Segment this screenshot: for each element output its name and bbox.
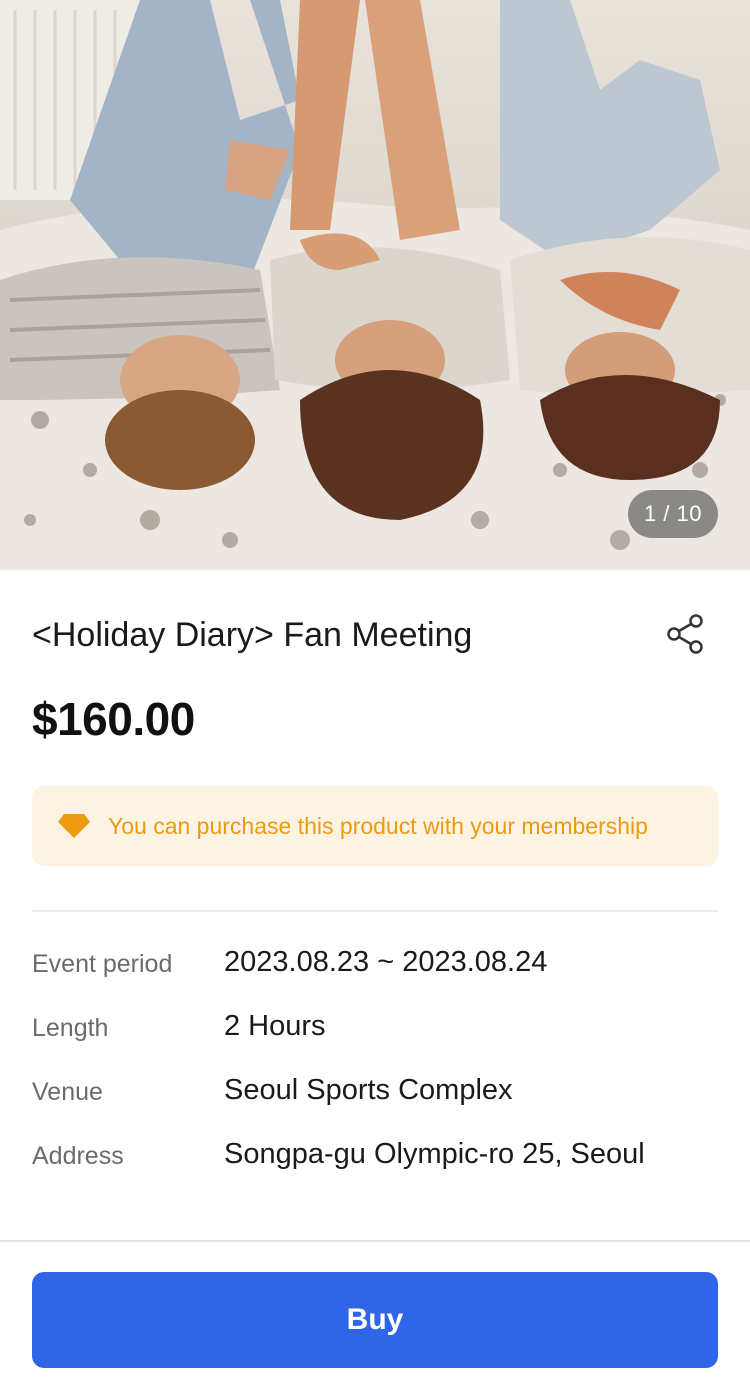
product-header: <Holiday Diary> Fan Meeting bbox=[32, 610, 718, 662]
image-counter-badge: 1 / 10 bbox=[627, 490, 718, 538]
section-divider bbox=[32, 910, 718, 912]
detail-value: 2 Hours bbox=[224, 1010, 326, 1042]
detail-label: Address bbox=[32, 1142, 124, 1170]
detail-value: Seoul Sports Complex bbox=[224, 1074, 513, 1106]
event-details: Event period 2023.08.23 ~ 2023.08.24 Len… bbox=[32, 940, 718, 1196]
detail-row-event-period: Event period 2023.08.23 ~ 2023.08.24 bbox=[32, 940, 718, 1004]
product-photo bbox=[0, 0, 750, 570]
detail-value: 2023.08.23 ~ 2023.08.24 bbox=[224, 946, 548, 978]
product-price: $160.00 bbox=[32, 693, 195, 745]
detail-value: Songpa-gu Olympic-ro 25, Seoul bbox=[224, 1138, 645, 1170]
diamond-icon bbox=[58, 814, 90, 838]
product-title: <Holiday Diary> Fan Meeting bbox=[32, 616, 473, 654]
membership-notice: You can purchase this product with your … bbox=[32, 786, 718, 866]
detail-label: Event period bbox=[32, 950, 173, 978]
share-icon bbox=[667, 614, 703, 654]
detail-label: Venue bbox=[32, 1078, 103, 1106]
bottom-action-bar: Buy bbox=[0, 1240, 750, 1400]
detail-row-address: Address Songpa-gu Olympic-ro 25, Seoul bbox=[32, 1132, 718, 1196]
share-button[interactable] bbox=[662, 610, 710, 658]
detail-row-venue: Venue Seoul Sports Complex bbox=[32, 1068, 718, 1132]
detail-row-length: Length 2 Hours bbox=[32, 1004, 718, 1068]
membership-notice-text: You can purchase this product with your … bbox=[108, 812, 648, 839]
buy-button[interactable]: Buy bbox=[32, 1272, 718, 1368]
product-image-carousel[interactable]: 1 / 10 bbox=[0, 0, 750, 570]
detail-label: Length bbox=[32, 1014, 109, 1042]
